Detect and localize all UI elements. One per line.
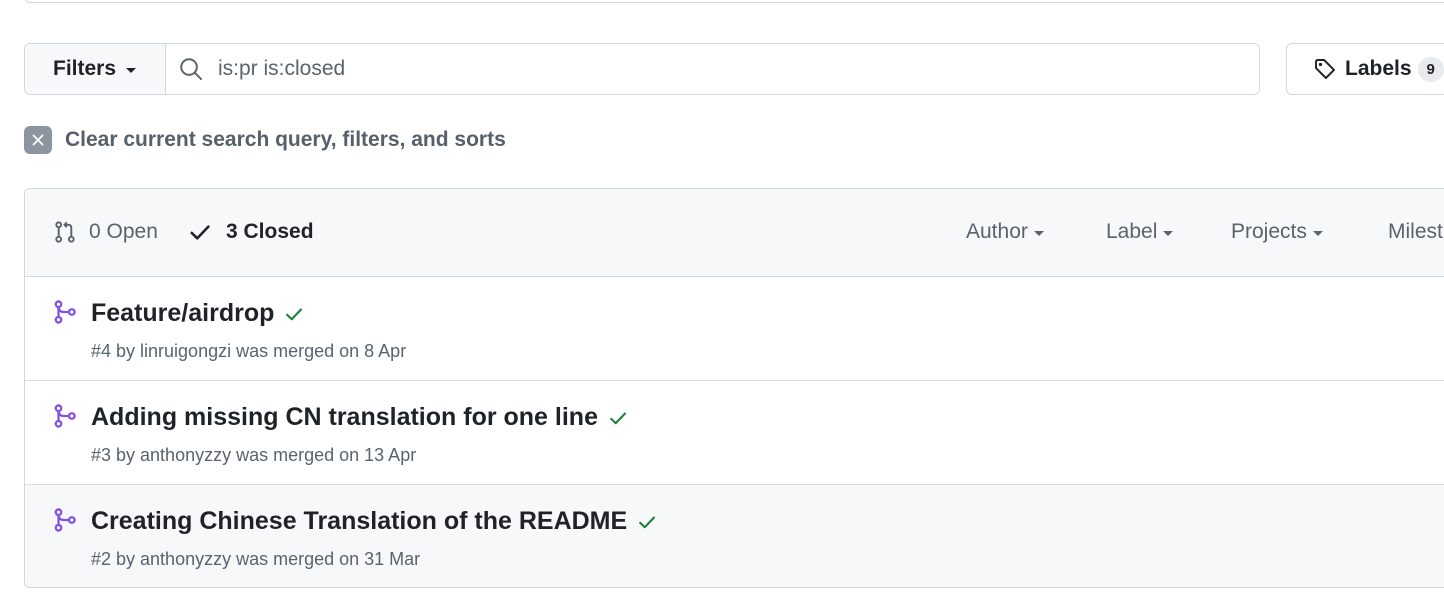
check-icon (190, 225, 210, 240)
checks-passed-icon[interactable] (284, 304, 304, 324)
projects-filter-label: Projects (1231, 220, 1307, 243)
pull-request-title-link[interactable]: Feature/airdrop (91, 299, 304, 328)
labels-count-badge: 9 (1417, 56, 1444, 82)
labels-button-label: Labels (1345, 57, 1412, 80)
closed-pr-filter[interactable]: 3 Closed (188, 220, 314, 244)
projects-filter-dropdown[interactable]: Projects (1231, 220, 1323, 244)
list-header: 0 Open 3 Closed Author Label Projects Mi… (25, 189, 1444, 277)
pull-request-meta: #4 by linruigongzi was merged on 8 Apr (91, 341, 407, 361)
tag-icon (1315, 59, 1335, 79)
pull-request-row[interactable]: Feature/airdrop #4 by linruigongzi was m… (25, 277, 1444, 381)
pull-request-title: Creating Chinese Translation of the READ… (91, 507, 628, 535)
search-icon (180, 58, 203, 81)
clear-search-query-text: Clear current search query, filters, and… (65, 128, 506, 151)
closed-pr-count: 3 Closed (226, 220, 314, 243)
label-filter-label: Label (1106, 220, 1158, 243)
git-pull-request-icon (55, 221, 75, 243)
checks-passed-icon[interactable] (637, 512, 657, 532)
clear-x-icon (24, 126, 52, 154)
pull-request-list: 0 Open 3 Closed Author Label Projects Mi… (24, 188, 1444, 588)
label-filter-dropdown[interactable]: Label (1106, 220, 1174, 244)
pull-request-meta: #3 by anthonyzzy was merged on 13 Apr (91, 445, 417, 465)
open-pr-count: 0 Open (89, 220, 158, 243)
chevron-down-icon (1033, 230, 1044, 236)
pull-request-title-link[interactable]: Adding missing CN translation for one li… (91, 403, 628, 432)
filter-search-bar: Filters (24, 43, 1260, 95)
open-pr-filter[interactable]: 0 Open (53, 220, 158, 244)
git-merge-icon (54, 300, 76, 324)
labels-button[interactable]: Labels 9 (1286, 43, 1444, 95)
pull-request-row[interactable]: Creating Chinese Translation of the READ… (25, 485, 1444, 587)
milestones-filter-dropdown[interactable]: Milest (1388, 220, 1443, 244)
chevron-down-icon (1312, 230, 1323, 236)
search-field[interactable] (166, 44, 1259, 94)
pull-request-title: Feature/airdrop (91, 299, 275, 327)
milestones-filter-label: Milest (1388, 220, 1443, 243)
git-merge-icon (54, 404, 76, 428)
chevron-down-icon (1163, 230, 1174, 236)
pull-request-meta: #2 by anthonyzzy was merged on 31 Mar (91, 549, 421, 569)
author-filter-label: Author (966, 220, 1028, 243)
clear-search-query-link[interactable]: Clear current search query, filters, and… (24, 126, 506, 154)
checks-passed-icon[interactable] (608, 408, 628, 428)
pull-request-title: Adding missing CN translation for one li… (91, 403, 598, 431)
pull-request-title-link[interactable]: Creating Chinese Translation of the READ… (91, 507, 657, 536)
git-merge-icon (54, 508, 76, 532)
previous-box-edge (24, 0, 1444, 3)
chevron-down-icon (126, 67, 137, 73)
pull-request-row[interactable]: Adding missing CN translation for one li… (25, 381, 1444, 485)
filters-button-label: Filters (53, 57, 117, 80)
filters-dropdown-button[interactable]: Filters (25, 44, 166, 94)
search-input[interactable] (218, 57, 1118, 81)
author-filter-dropdown[interactable]: Author (966, 220, 1044, 244)
